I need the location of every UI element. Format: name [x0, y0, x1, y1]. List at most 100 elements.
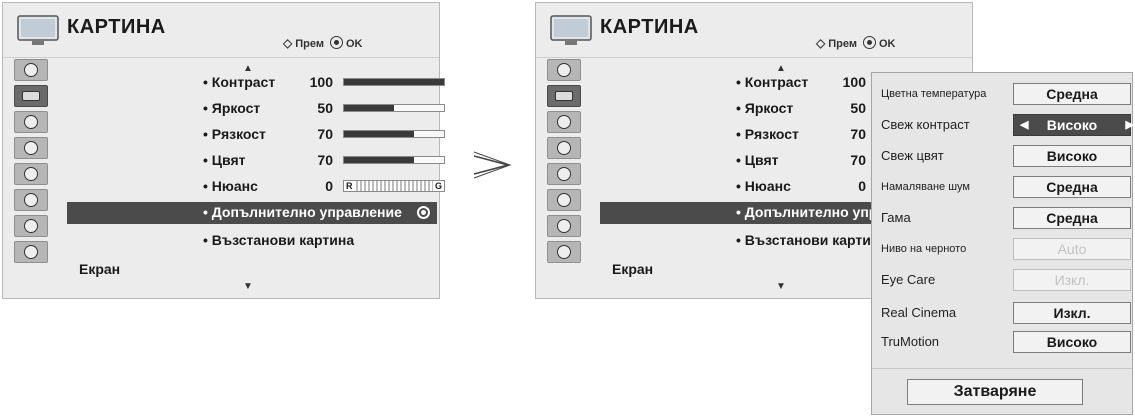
fresh-contrast-selector[interactable]: ◀ Високо ▶ — [1013, 114, 1134, 136]
sidebar-item-time[interactable] — [547, 137, 581, 159]
clock-icon — [557, 141, 571, 155]
color-temperature-value[interactable]: Средна — [1013, 83, 1131, 105]
popup-row-color-temperature[interactable]: Цветна температура Средна — [872, 79, 1132, 109]
sidebar-item-time[interactable] — [14, 137, 48, 159]
scroll-down-icon[interactable]: ▼ — [776, 281, 786, 292]
row-label: • Възстанови картина — [203, 232, 355, 248]
sidebar-item-lock[interactable] — [14, 189, 48, 211]
tint-green-label: G — [432, 181, 444, 191]
row-label: • Контраст — [203, 74, 276, 90]
menu-header: КАРТИНА ◇ Прем OK — [536, 3, 972, 55]
sidebar-item-setup[interactable] — [547, 59, 581, 81]
row-label: • Възстанови карти — [736, 232, 871, 248]
popup-row-label: Свеж цвят — [881, 148, 944, 163]
sidebar-item-picture[interactable] — [14, 85, 48, 107]
sharpness-slider[interactable] — [343, 130, 445, 138]
row-value: 0 — [858, 178, 866, 194]
row-screen[interactable]: Екран — [79, 261, 120, 277]
popup-row-real-cinema[interactable]: Real Cinema Изкл. — [872, 298, 1132, 328]
color-slider[interactable] — [343, 156, 445, 164]
row-label: • Яркост — [736, 100, 794, 116]
contrast-slider[interactable] — [343, 78, 445, 86]
row-label: • Нюанс — [203, 178, 258, 194]
popup-row-label: Гама — [881, 210, 911, 225]
slider-fill — [344, 105, 394, 111]
close-button[interactable]: Затваряне — [907, 379, 1083, 405]
right-arrow-icon[interactable]: ▶ — [1126, 115, 1134, 135]
dpad-icon: ◇ — [816, 36, 826, 50]
brightness-slider[interactable] — [343, 104, 445, 112]
sidebar-item-input[interactable] — [14, 215, 48, 237]
input-icon — [24, 219, 38, 233]
sidebar-item-option[interactable] — [547, 163, 581, 185]
tint-slider[interactable]: R G — [343, 180, 445, 192]
noise-reduction-value[interactable]: Средна — [1013, 176, 1131, 198]
row-screen[interactable]: Екран — [612, 261, 653, 277]
popup-row-label: Real Cinema — [881, 305, 957, 320]
popup-row-gamma[interactable]: Гама Средна — [872, 203, 1132, 233]
category-sidebar — [536, 59, 598, 267]
sidebar-item-input[interactable] — [547, 215, 581, 237]
nav-hint: ◇ Прем OK — [283, 36, 362, 50]
audio-icon — [24, 115, 38, 129]
lock-icon — [24, 193, 38, 207]
popup-row-black-level[interactable]: Ниво на черното Auto — [872, 234, 1132, 264]
tint-red-label: R — [344, 181, 355, 191]
ok-icon — [329, 36, 343, 49]
option-icon — [24, 167, 38, 181]
sidebar-item-option[interactable] — [14, 163, 48, 185]
sidebar-item-picture[interactable] — [547, 85, 581, 107]
advanced-control-popup: Цветна температура Средна Свеж контраст … — [871, 72, 1134, 415]
tv-icon — [17, 15, 59, 45]
fresh-color-value[interactable]: Високо — [1013, 145, 1131, 167]
real-cinema-value[interactable]: Изкл. — [1013, 302, 1131, 324]
popup-divider — [872, 368, 1132, 369]
gamma-value[interactable]: Средна — [1013, 207, 1131, 229]
sidebar-item-lock[interactable] — [547, 189, 581, 211]
fresh-contrast-value: Високо — [1046, 117, 1098, 133]
lock-icon — [557, 193, 571, 207]
row-value: 0 — [325, 178, 333, 194]
scroll-up-icon[interactable]: ▲ — [776, 63, 786, 74]
sidebar-item-setup[interactable] — [14, 59, 48, 81]
row-value: 50 — [317, 100, 333, 116]
row-label: • Допълнително управление — [203, 204, 402, 220]
row-label: • Нюанс — [736, 178, 791, 194]
scroll-down-icon[interactable]: ▼ — [243, 281, 253, 292]
picture-icon — [22, 91, 40, 101]
left-arrow-icon[interactable]: ◀ — [1020, 115, 1028, 135]
scroll-up-icon[interactable]: ▲ — [243, 63, 253, 74]
popup-row-label: Цветна температура — [881, 88, 987, 100]
setup-icon — [24, 63, 38, 77]
row-value: 50 — [850, 100, 866, 116]
popup-row-fresh-contrast[interactable]: Свеж контраст ◀ Високо ▶ — [872, 110, 1134, 140]
popup-row-noise-reduction[interactable]: Намаляване шум Средна — [872, 172, 1132, 202]
sidebar-item-audio[interactable] — [547, 111, 581, 133]
slider-fill — [344, 79, 444, 85]
row-value: 70 — [850, 152, 866, 168]
popup-row-eye-care[interactable]: Eye Care Изкл. — [872, 265, 1132, 295]
audio-icon — [557, 115, 571, 129]
black-level-value[interactable]: Auto — [1013, 238, 1131, 260]
picture-menu-left: КАРТИНА ◇ Прем OK ▲ • Контраст 100 • Яркос… — [2, 2, 445, 299]
row-label: • Рязкост — [203, 126, 266, 142]
eye-care-value[interactable]: Изкл. — [1013, 269, 1131, 291]
transition-arrow-icon — [473, 151, 512, 179]
sidebar-item-audio[interactable] — [14, 111, 48, 133]
popup-row-fresh-color[interactable]: Свеж цвят Високо — [872, 141, 1132, 171]
trumotion-value[interactable]: Високо — [1013, 331, 1131, 353]
tv-icon — [550, 15, 592, 45]
popup-row-trumotion[interactable]: TruMotion Високо — [872, 327, 1132, 357]
row-label: • Контраст — [736, 74, 809, 90]
sidebar-item-media[interactable] — [14, 241, 48, 263]
sidebar-item-media[interactable] — [547, 241, 581, 263]
nav-ok-label: OK — [878, 38, 896, 50]
input-icon — [557, 219, 571, 233]
nav-ok-label: OK — [345, 38, 363, 50]
popup-row-label: TruMotion — [881, 334, 940, 349]
slider-fill — [344, 131, 414, 137]
selected-radio-icon — [417, 206, 430, 219]
popup-row-label: Eye Care — [881, 272, 936, 287]
nav-hint: ◇ Прем OK — [816, 36, 895, 50]
row-label: • Цвят — [736, 152, 779, 168]
